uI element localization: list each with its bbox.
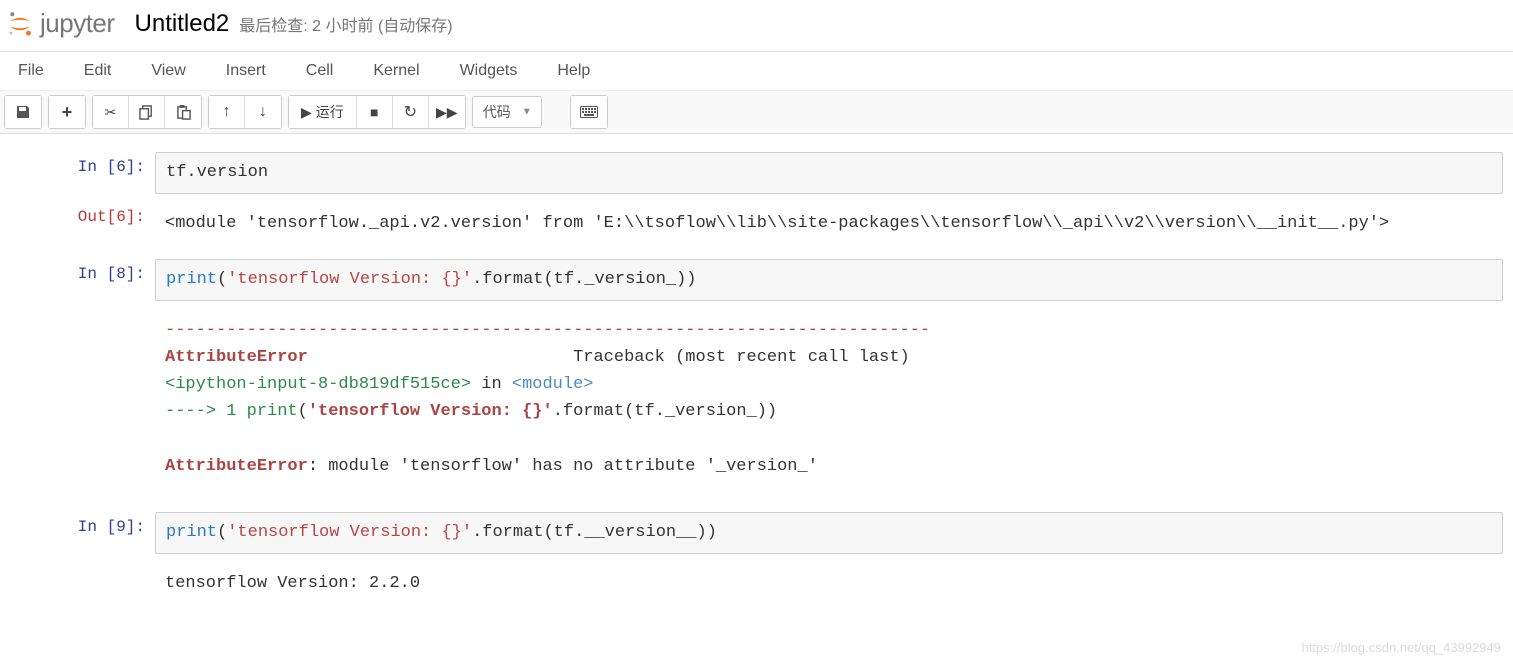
interrupt-button[interactable]: ■ — [357, 96, 393, 128]
cut-button[interactable]: ✂ — [93, 96, 129, 128]
cell-error-output: ----------------------------------------… — [155, 309, 1503, 484]
code-cell[interactable]: In [6]: tf.version — [0, 152, 1513, 194]
notebook-title[interactable]: Untitled2 — [135, 10, 230, 38]
arrow-up-icon: ↑ — [223, 103, 231, 121]
menu-insert[interactable]: Insert — [226, 62, 266, 80]
output-cell: tensorflow Version: 2.2.0 — [0, 562, 1513, 601]
keyboard-icon — [580, 105, 598, 119]
jupyter-logo[interactable]: jupyter — [6, 8, 115, 39]
run-button[interactable]: ▶ 运行 — [289, 96, 357, 128]
run-label: 运行 — [316, 102, 344, 122]
restart-icon: ↻ — [404, 102, 417, 122]
output-cell: ----------------------------------------… — [0, 309, 1513, 484]
paste-icon — [176, 105, 191, 120]
toolbar: + ✂ ↑ ↓ ▶ 运行 ■ ↻ ▶▶ — [0, 91, 1513, 134]
menu-file[interactable]: File — [18, 62, 44, 80]
menu-kernel[interactable]: Kernel — [373, 62, 419, 80]
cell-output-text: <module 'tensorflow._api.v2.version' fro… — [155, 202, 1503, 241]
plus-icon: + — [62, 102, 73, 123]
save-button[interactable] — [5, 96, 41, 128]
cell-output-text: tensorflow Version: 2.2.0 — [155, 562, 1503, 601]
command-palette-button[interactable] — [571, 96, 607, 128]
jupyter-brand-text: jupyter — [40, 8, 115, 39]
menu-help[interactable]: Help — [557, 62, 590, 80]
code-input[interactable]: print('tensorflow Version: {}'.format(tf… — [155, 512, 1503, 554]
copy-icon — [139, 105, 154, 120]
code-input[interactable]: print('tensorflow Version: {}'.format(tf… — [155, 259, 1503, 301]
save-icon — [15, 104, 31, 120]
cell-type-select[interactable]: 代码 — [472, 96, 542, 128]
output-prompt-empty — [0, 309, 155, 484]
insert-cell-button[interactable]: + — [49, 96, 85, 128]
output-prompt: Out[6]: — [0, 202, 155, 241]
menu-view[interactable]: View — [151, 62, 185, 80]
cell-type-select-wrap: 代码 — [472, 96, 542, 128]
paste-button[interactable] — [165, 96, 201, 128]
watermark: https://blog.csdn.net/qq_43992949 — [1302, 640, 1502, 655]
input-prompt: In [9]: — [0, 512, 155, 554]
output-cell: Out[6]: <module 'tensorflow._api.v2.vers… — [0, 202, 1513, 241]
code-cell[interactable]: In [9]: print('tensorflow Version: {}'.f… — [0, 512, 1513, 554]
move-up-button[interactable]: ↑ — [209, 96, 245, 128]
output-prompt-empty — [0, 562, 155, 601]
jupyter-logo-icon — [6, 10, 34, 38]
code-cell[interactable]: In [8]: print('tensorflow Version: {}'.f… — [0, 259, 1513, 301]
fast-forward-icon: ▶▶ — [436, 104, 458, 121]
menu-bar: File Edit View Insert Cell Kernel Widget… — [0, 52, 1513, 91]
menu-widgets[interactable]: Widgets — [460, 62, 518, 80]
checkpoint-status: 最后检查: 2 小时前 (自动保存) — [239, 12, 452, 36]
arrow-down-icon: ↓ — [259, 103, 267, 121]
input-prompt: In [6]: — [0, 152, 155, 194]
restart-button[interactable]: ↻ — [393, 96, 429, 128]
notebook-container: In [6]: tf.version Out[6]: <module 'tens… — [0, 134, 1513, 629]
menu-edit[interactable]: Edit — [84, 62, 112, 80]
input-prompt: In [8]: — [0, 259, 155, 301]
move-down-button[interactable]: ↓ — [245, 96, 281, 128]
menu-cell[interactable]: Cell — [306, 62, 334, 80]
run-icon: ▶ — [301, 104, 312, 121]
code-input[interactable]: tf.version — [155, 152, 1503, 194]
stop-icon: ■ — [370, 104, 378, 120]
cut-icon: ✂ — [105, 104, 117, 121]
restart-run-all-button[interactable]: ▶▶ — [429, 96, 465, 128]
copy-button[interactable] — [129, 96, 165, 128]
notebook-header: jupyter Untitled2 最后检查: 2 小时前 (自动保存) — [0, 0, 1513, 52]
